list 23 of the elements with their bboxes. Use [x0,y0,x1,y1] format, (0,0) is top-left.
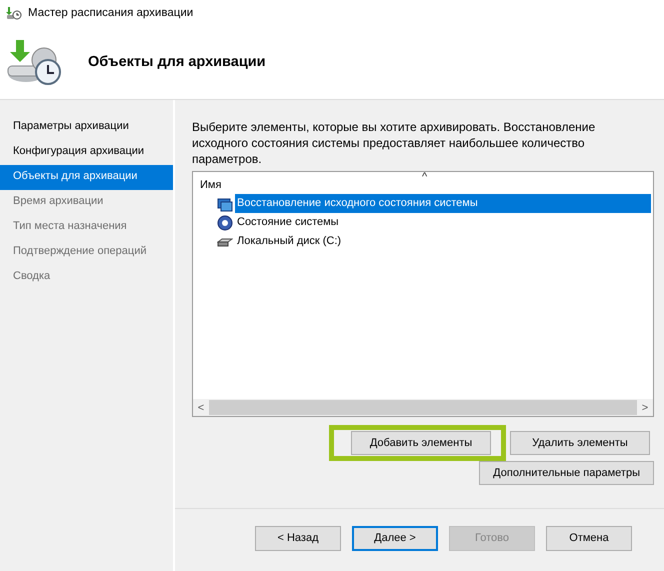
computer-icon [217,196,233,212]
wizard-step[interactable]: Конфигурация архивации [0,140,173,165]
wizard-step[interactable]: Объекты для архивации [0,165,173,190]
dialog-button[interactable]: Добавить элементы [351,431,491,455]
sort-indicator: ^ [422,171,428,183]
nav-button[interactable]: Отмена [546,526,632,550]
scroll-right-arrow[interactable]: > [637,402,653,414]
horizontal-scrollbar[interactable]: < > [193,399,653,416]
window-title: Мастер расписания архивации [28,6,194,18]
wizard-step[interactable]: Параметры архивации [0,115,173,140]
nav-button[interactable]: < Назад [255,526,341,550]
app-icon [6,6,22,20]
dialog-button[interactable]: Удалить элементы [510,431,650,455]
list-item[interactable]: Локальный диск (C:) [235,232,653,251]
description-text: Выберите элементы, которые вы хотите архивировать. Восстановление исходного состояния системы предоставляет наибольшее количество параметров. [192,119,596,167]
nav-button[interactable]: Далее > [352,526,438,550]
backup-clock-icon [6,38,62,86]
page-title: Объекты для архивации [88,54,266,70]
column-header[interactable]: Имя [200,179,222,191]
list-item[interactable]: Состояние системы [235,213,653,232]
list-item[interactable]: Восстановление исходного состояния системы [235,194,651,213]
scroll-left-arrow[interactable]: < [193,402,209,414]
advanced-button[interactable]: Дополнительные параметры [479,461,654,485]
